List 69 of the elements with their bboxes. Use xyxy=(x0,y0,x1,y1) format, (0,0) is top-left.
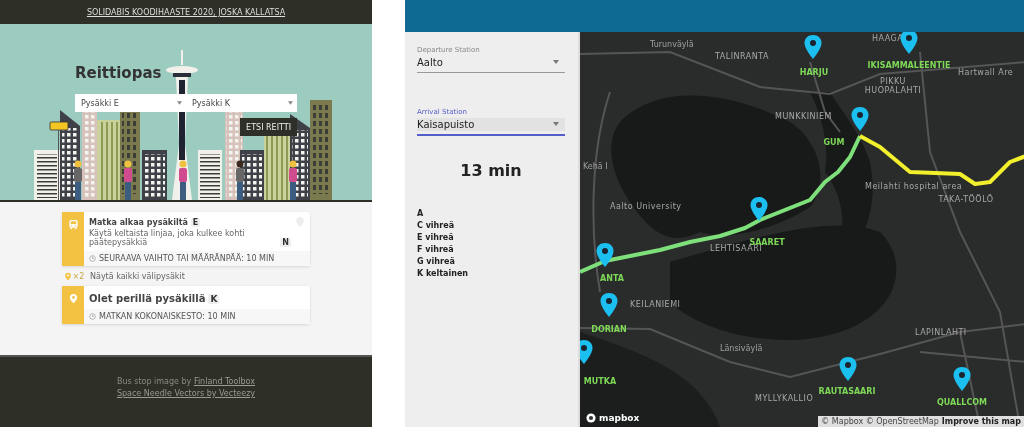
map-pin-icon xyxy=(63,271,72,281)
map-pin-icon[interactable] xyxy=(580,339,594,365)
stop-label: QUALLCOM xyxy=(936,398,988,407)
place-label: Turunväylä xyxy=(650,40,694,49)
app-title: Reittiopas xyxy=(75,64,163,82)
place-label: Meilahti hospital area xyxy=(865,182,963,191)
place-label: Hartwall Are xyxy=(958,68,1014,77)
line-item: E vihreä xyxy=(417,232,455,244)
place-label: Aalto University xyxy=(610,202,682,211)
stop-select[interactable]: Pysäkki E xyxy=(75,94,186,112)
map-logo: mapbox xyxy=(599,413,640,423)
step-title: Matka alkaa pysäkiltä xyxy=(89,218,188,227)
clock-icon xyxy=(89,255,96,262)
stop-label: MUTKA xyxy=(583,377,617,386)
map-pin-icon[interactable] xyxy=(595,242,615,268)
place-label: LAPINLAHTI xyxy=(915,328,967,337)
map-pin-icon xyxy=(67,293,79,304)
stop-select[interactable]: Pysäkki K xyxy=(186,94,297,112)
line-item: K keltainen xyxy=(417,268,470,280)
place-label: HAAGA xyxy=(872,34,904,43)
map-pin-icon[interactable] xyxy=(749,196,769,222)
logo-icon xyxy=(586,413,596,423)
map-pin-icon[interactable] xyxy=(952,366,972,392)
stop-badge: E xyxy=(190,218,201,227)
place-label: TAKA-TÖÖLÖ xyxy=(937,195,995,204)
stop-label: ANTA xyxy=(600,274,624,283)
search-route-button[interactable]: ETSI REITTI xyxy=(240,118,297,136)
stop-badge: K xyxy=(208,293,220,304)
improve-map-link[interactable]: Improve this map xyxy=(941,417,1021,426)
line-item: C vihreä xyxy=(417,220,456,232)
place-label: Länsiväylä xyxy=(720,344,763,353)
caret-icon xyxy=(288,101,293,105)
step-duration: SEURAAVA VAIHTO TAI MÄÄRÄNPÄÄ: 10 MIN xyxy=(99,254,275,263)
map-pin-icon[interactable] xyxy=(850,106,870,132)
credit-link[interactable]: Space Needle Vectors by Vecteezy xyxy=(116,389,256,398)
stop-label: HARJU xyxy=(799,68,829,77)
stop-label: RAUTASAARI xyxy=(818,387,876,396)
map-pin-icon[interactable] xyxy=(803,34,823,60)
show-stops-link[interactable]: Näytä kaikki välipysäkit xyxy=(90,271,185,281)
map-pin-icon[interactable] xyxy=(838,356,858,382)
header-link[interactable]: SOLIDABIS KOODIHAASTE 2020, JOSKA KALLATSA xyxy=(86,7,286,17)
stop-label: GUM xyxy=(823,138,845,147)
stop-label: IKISAMMALEENTIE xyxy=(867,61,951,70)
bus-icon xyxy=(67,219,79,230)
line-item: A xyxy=(417,208,425,220)
place-label: MYLLYKALLIO xyxy=(755,394,814,403)
step-description: Käytä keltaista linjaa, joka kulkee kohti päätepysäkkiä xyxy=(89,229,246,247)
step-title: Olet perillä pysäkillä xyxy=(89,293,206,304)
place-label: KEILANIEMI xyxy=(630,300,681,309)
credit-text: Bus stop image by Finland Toolbox xyxy=(116,377,255,386)
map-pin-icon[interactable] xyxy=(899,32,919,55)
line-item: G vihreä xyxy=(417,256,456,268)
place-label: PIKKU HUOPALAHTI xyxy=(863,77,923,95)
caret-icon xyxy=(553,60,559,64)
stop-count: ×2 xyxy=(72,271,85,281)
caret-icon xyxy=(553,122,559,126)
place-label: TALINRANTA xyxy=(715,52,769,61)
stop-label: DORIAN xyxy=(591,325,627,334)
place-label: MUNKKINIEM xyxy=(775,112,832,121)
clock-icon xyxy=(89,313,96,320)
place-label: Kehä I xyxy=(583,162,608,171)
stop-badge: N xyxy=(280,238,291,247)
travel-time: 13 min xyxy=(459,161,523,180)
map-pin-icon[interactable] xyxy=(599,292,619,318)
attribution-text: © Mapbox © OpenStreetMap xyxy=(821,417,939,426)
caret-icon xyxy=(177,101,182,105)
line-item: F vihreä xyxy=(417,244,455,256)
step-duration: MATKAN KOKONAISKESTO: 10 MIN xyxy=(99,312,236,321)
credit-link[interactable]: Finland Toolbox xyxy=(193,377,255,386)
